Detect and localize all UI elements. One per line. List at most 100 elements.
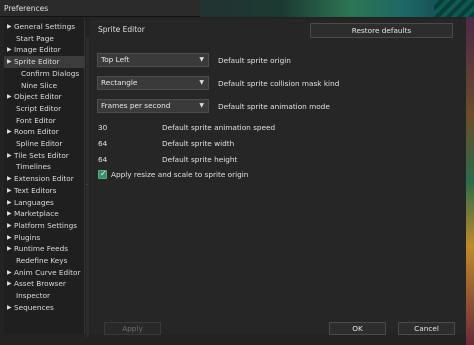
sidebar-item-label: Runtime Feeds xyxy=(14,244,69,254)
expand-arrow-icon[interactable]: ▶ xyxy=(7,56,12,68)
sidebar-item-label: Script Editor xyxy=(16,103,62,113)
collision-mask-value: Rectangle xyxy=(101,78,138,87)
sidebar-item-label: Timelines xyxy=(16,162,51,172)
expand-arrow-icon[interactable]: ▶ xyxy=(7,197,12,209)
animation-mode-label: Default sprite animation mode xyxy=(218,102,330,111)
animation-mode-value: Frames per second xyxy=(101,101,171,110)
sidebar-item-label: Marketplace xyxy=(14,209,59,219)
sidebar-item-label: Extension Editor xyxy=(14,174,74,184)
sidebar-item-label: Nine Slice xyxy=(21,80,58,90)
sidebar-item-label: Image Editor xyxy=(14,45,61,55)
sprite-origin-value: Top Left xyxy=(101,55,130,64)
expand-arrow-icon[interactable]: ▶ xyxy=(7,208,12,220)
animation-speed-label: Default sprite animation speed xyxy=(162,123,276,132)
ok-button[interactable]: OK xyxy=(329,322,386,335)
cancel-button[interactable]: Cancel xyxy=(398,322,455,335)
expand-arrow-icon[interactable]: ▶ xyxy=(7,173,12,185)
animation-mode-select[interactable]: Frames per second ▼ xyxy=(97,99,209,113)
expand-arrow-icon[interactable]: ▶ xyxy=(7,278,12,290)
sidebar-item[interactable]: ▶ Image Editor xyxy=(4,44,85,56)
expand-arrow-icon[interactable]: ▶ xyxy=(7,185,12,197)
collision-mask-label: Default sprite collision mask kind xyxy=(218,79,340,88)
expand-arrow-icon[interactable]: ▶ xyxy=(7,243,12,255)
expand-arrow-icon[interactable]: ▶ xyxy=(7,21,12,33)
preferences-dialog: ▶ General Settings Start Page ▶ Image Editor… xyxy=(0,17,474,345)
sidebar-item-label: Inspector xyxy=(16,291,51,301)
sidebar-item-label: General Settings xyxy=(14,22,76,31)
sidebar-item[interactable]: Start Page xyxy=(4,33,85,45)
chevron-down-icon: ▼ xyxy=(199,56,204,63)
sidebar-item[interactable]: Redefine Keys xyxy=(4,255,85,267)
resize-scale-origin-label: Apply resize and scale to sprite origin xyxy=(111,170,249,179)
expand-arrow-icon[interactable]: ▶ xyxy=(7,150,12,162)
sidebar-item[interactable]: ▶ Anim Curve Editor xyxy=(4,267,85,279)
sidebar-item[interactable]: ▶ Sprite Editor xyxy=(4,56,85,68)
sidebar-item[interactable]: ▶ Extension Editor xyxy=(4,173,85,185)
sprite-height-input[interactable]: 64 xyxy=(98,155,107,164)
sidebar-item-label: Anim Curve Editor xyxy=(14,267,81,277)
sprite-height-label: Default sprite height xyxy=(162,155,238,164)
check-icon: ✓ xyxy=(100,169,107,178)
sidebar-item-label: Tile Sets Editor xyxy=(14,150,69,160)
preferences-sidebar: ▶ General Settings Start Page ▶ Image Editor… xyxy=(4,19,85,334)
sidebar-item[interactable]: Spline Editor xyxy=(4,138,85,150)
sidebar-item[interactable]: ▶ Platform Settings xyxy=(4,220,85,232)
sidebar-item-label: Sprite Editor xyxy=(14,57,60,67)
sidebar-item[interactable]: ▶ Room Editor xyxy=(4,126,85,138)
expand-arrow-icon[interactable]: ▶ xyxy=(7,267,12,279)
sidebar-item-label: Plugins xyxy=(14,232,41,242)
sidebar-item[interactable]: ▶ Sequences xyxy=(4,302,85,314)
sidebar-item[interactable]: Timelines xyxy=(4,161,85,173)
window-titlebar: Preferences xyxy=(0,0,474,17)
sidebar-item[interactable]: ▶ Plugins xyxy=(4,232,85,244)
expand-arrow-icon[interactable]: ▶ xyxy=(7,232,12,244)
sprite-width-label: Default sprite width xyxy=(162,139,235,148)
sprite-origin-label: Default sprite origin xyxy=(218,56,291,65)
sprite-origin-select[interactable]: Top Left ▼ xyxy=(97,53,209,67)
expand-arrow-icon[interactable]: ▶ xyxy=(7,44,12,56)
sidebar-item-label: Platform Settings xyxy=(14,220,78,230)
sidebar-item-label: Spline Editor xyxy=(16,139,63,148)
sidebar-item-label: Asset Browser xyxy=(14,279,66,289)
sidebar-item[interactable]: ▶ Runtime Feeds xyxy=(4,243,85,255)
apply-button[interactable]: Apply xyxy=(104,322,161,335)
window-title: Preferences xyxy=(4,4,49,13)
expand-arrow-icon[interactable]: ▶ xyxy=(7,302,12,314)
collision-mask-select[interactable]: Rectangle ▼ xyxy=(97,76,209,90)
resize-scale-origin-checkbox[interactable]: ✓ xyxy=(98,169,107,179)
sidebar-item[interactable]: Script Editor xyxy=(4,103,85,115)
sidebar-item[interactable]: ▶ Asset Browser xyxy=(4,278,85,290)
sidebar-item[interactable]: Inspector xyxy=(4,290,85,302)
background-decoration xyxy=(200,0,474,17)
sidebar-item[interactable]: ▶ Languages xyxy=(4,197,85,209)
sidebar-item[interactable]: Font Editor xyxy=(4,115,85,127)
sidebar-item-label: Redefine Keys xyxy=(16,256,68,265)
sprite-editor-panel: Sprite Editor Restore defaults Top Left … xyxy=(90,19,466,334)
sprite-width-input[interactable]: 64 xyxy=(98,139,107,148)
sidebar-item[interactable]: ▶ General Settings xyxy=(4,21,85,33)
sidebar-item[interactable]: ▶ Object Editor xyxy=(4,91,85,103)
sidebar-item-label: Confirm Dialogs xyxy=(21,68,80,78)
expand-arrow-icon[interactable]: ▶ xyxy=(7,91,12,103)
sidebar-item-label: Text Editors xyxy=(14,185,57,195)
background-edge-right xyxy=(466,17,474,345)
sidebar-item[interactable]: Confirm Dialogs xyxy=(4,68,85,80)
expand-arrow-icon[interactable]: ▶ xyxy=(7,126,12,138)
sidebar-item-label: Languages xyxy=(14,197,54,207)
background-decoration-stripe xyxy=(434,0,474,17)
panel-title: Sprite Editor xyxy=(98,25,145,34)
animation-speed-input[interactable]: 30 xyxy=(98,123,107,132)
sidebar-item-label: Sequences xyxy=(14,302,54,312)
sidebar-item-label: Start Page xyxy=(16,33,54,43)
sidebar-item-label: Font Editor xyxy=(16,115,56,125)
sidebar-item-label: Object Editor xyxy=(14,92,62,102)
chevron-down-icon: ▼ xyxy=(199,102,204,109)
expand-arrow-icon[interactable]: ▶ xyxy=(7,220,12,232)
splitter-grip-icon: · xyxy=(86,182,88,189)
restore-defaults-button[interactable]: Restore defaults xyxy=(310,23,453,38)
sidebar-item[interactable]: ▶ Marketplace xyxy=(4,208,85,220)
sidebar-item-label: Room Editor xyxy=(14,127,59,137)
sidebar-item[interactable]: ▶ Tile Sets Editor xyxy=(4,150,85,162)
sidebar-item[interactable]: Nine Slice xyxy=(4,80,85,92)
sidebar-item[interactable]: ▶ Text Editors xyxy=(4,185,85,197)
